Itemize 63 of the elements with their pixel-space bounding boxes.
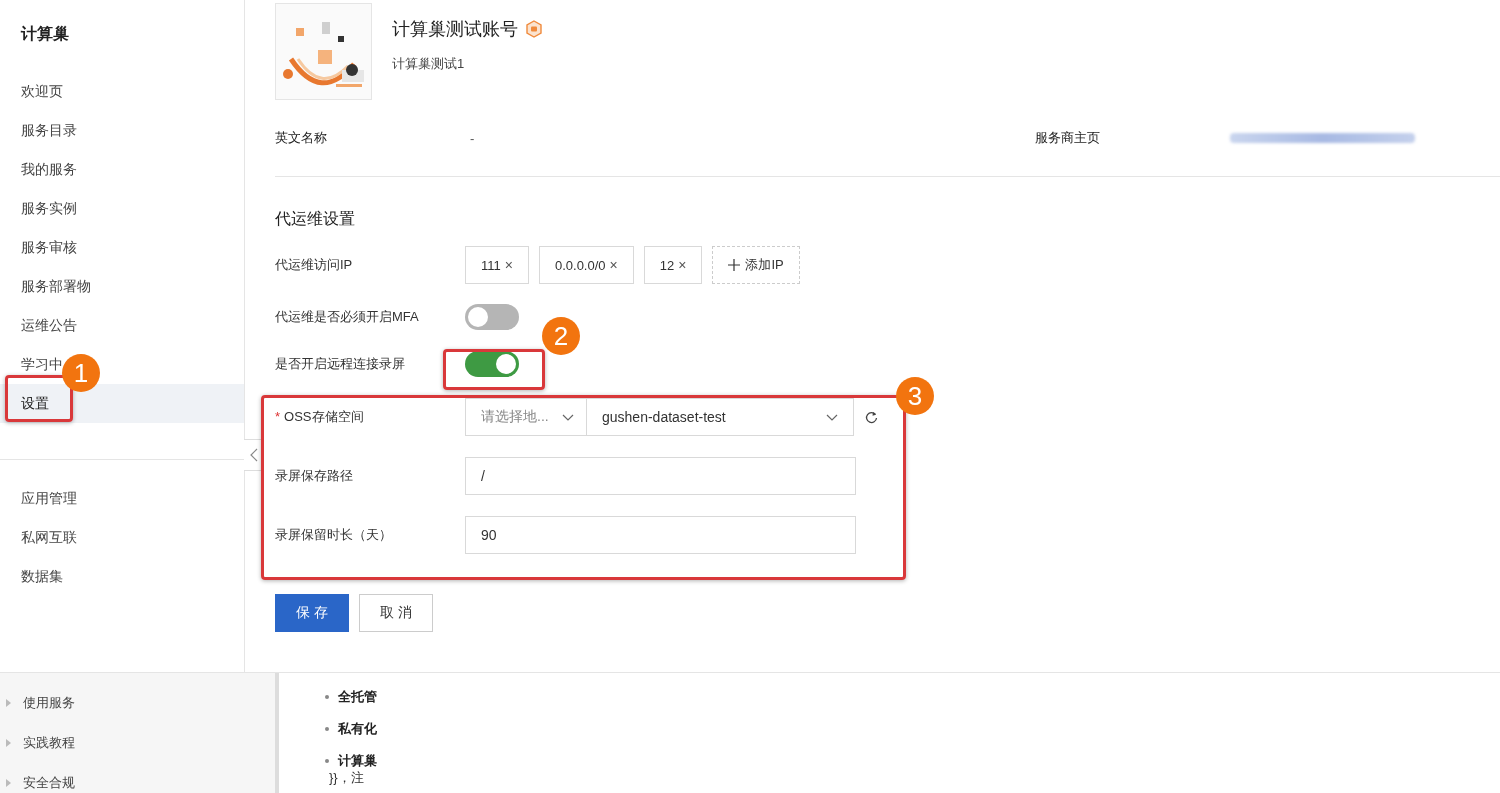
callout-number: 3 [896, 377, 934, 415]
sidebar-item[interactable]: 学习中 [21, 356, 63, 372]
service-description: 计算巢测试1 [392, 55, 466, 73]
sidebar-item[interactable]: 应用管理 [0, 479, 244, 518]
remove-icon[interactable]: × [504, 257, 513, 273]
sidebar-item[interactable]: 服务审核 [21, 239, 77, 255]
bullet-icon [325, 695, 329, 699]
chevron-down-icon [562, 413, 574, 421]
doc-text: }}，注 [329, 769, 365, 787]
remove-icon[interactable]: × [609, 257, 618, 273]
ip-text: 12 [659, 257, 675, 273]
bullet-text: 全托管 [338, 688, 377, 706]
sidebar-item[interactable]: 数据集 [0, 557, 244, 596]
sidebar-item[interactable]: 运维公告 [21, 317, 77, 333]
section-title: 代运维设置 [275, 209, 356, 229]
field-label: 代运维访问IP [275, 256, 354, 274]
field-label: 英文名称 [275, 129, 328, 147]
callout-number: 2 [542, 317, 580, 355]
doc-nav-item[interactable]: 实践教程 [23, 734, 75, 752]
ip-text: 111 [481, 257, 501, 273]
ip-text: 0.0.0.0/0 [554, 257, 606, 273]
toggle-switch[interactable] [465, 304, 519, 330]
save-button[interactable]: 保 存 [275, 594, 349, 632]
sidebar-item[interactable]: 私网互联 [0, 518, 244, 557]
field-label: * OSS存储空间 [275, 408, 365, 426]
remove-icon[interactable]: × [678, 257, 687, 273]
sidebar-item[interactable]: 服务目录 [21, 122, 77, 138]
field-label: 录屏保留时长（天） [275, 526, 393, 544]
doc-nav-item[interactable]: 使用服务 [23, 694, 75, 712]
field-label: 是否开启远程连接录屏 [275, 355, 406, 373]
chevron-left-icon [249, 448, 258, 462]
input-field[interactable]: / [465, 457, 856, 495]
refresh-icon[interactable] [865, 410, 878, 424]
service-name: 计算巢测试账号 [392, 18, 518, 41]
sidebar-title: 计算巢 [19, 24, 70, 44]
sidebar-item[interactable]: 设置 [21, 395, 49, 411]
callout-number: 1 [62, 354, 100, 392]
input-field[interactable]: 90 [465, 516, 856, 554]
doc-nav-item[interactable]: 安全合规 [23, 774, 75, 792]
triangle-icon [6, 779, 11, 787]
sidebar-item[interactable]: 服务实例 [21, 200, 77, 216]
chevron-down-icon [826, 413, 838, 421]
triangle-icon [6, 699, 11, 707]
collapse-handle[interactable] [244, 439, 264, 471]
sidebar-item[interactable]: 欢迎页 [21, 83, 63, 99]
field-label: 代运维是否必须开启MFA [275, 308, 420, 326]
sidebar-item[interactable]: 服务部署物 [21, 278, 91, 294]
region-select[interactable]: 请选择地... [465, 398, 587, 436]
cancel-button[interactable]: 取 消 [358, 594, 433, 632]
bullet-icon [325, 759, 329, 763]
plus-icon [728, 259, 741, 271]
field-value: - [470, 130, 476, 146]
add-ip-button[interactable]: 添加IP [712, 246, 800, 284]
bucket-select[interactable]: gushen-dataset-test [586, 398, 854, 436]
bullet-text: 私有化 [338, 720, 377, 738]
field-label: 服务商主页 [1035, 129, 1101, 147]
triangle-icon [6, 739, 11, 747]
badge-icon [526, 20, 542, 38]
sidebar-item[interactable]: 我的服务 [21, 161, 77, 177]
bullet-text: 计算巢 [338, 752, 377, 770]
bullet-icon [325, 727, 329, 731]
toggle-switch[interactable] [465, 351, 519, 377]
field-label: 录屏保存路径 [275, 467, 354, 485]
